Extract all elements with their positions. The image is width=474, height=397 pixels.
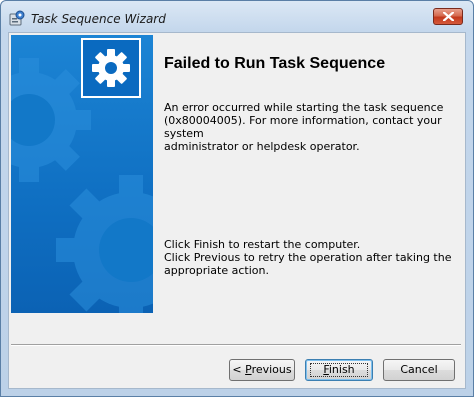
previous-button[interactable]: < Previous [229, 359, 295, 381]
instructions-message: Click Finish to restart the computer. Cl… [164, 238, 460, 277]
title-bar[interactable]: Task Sequence Wizard [1, 1, 473, 31]
finish-button[interactable]: Finish [305, 359, 373, 381]
instructions-line: Click Previous to retry the operation af… [164, 251, 452, 264]
focus-rectangle [310, 363, 368, 377]
error-message-line: (0x80004005). For more information, cont… [164, 114, 442, 140]
instructions-line: appropriate action. [164, 264, 269, 277]
page-title: Failed to Run Task Sequence [164, 55, 386, 72]
close-icon [443, 12, 454, 21]
banner-icon-tile [81, 38, 141, 98]
task-sequence-wizard-window: Task Sequence Wizard Failed to Run Task … [0, 0, 474, 397]
button-separator [11, 344, 461, 346]
previous-button-prefix: < [232, 363, 246, 376]
window-title: Task Sequence Wizard [31, 12, 166, 26]
error-message: An error occurred while starting the tas… [164, 101, 454, 153]
wizard-client-area: Failed to Run Task Sequence An error occ… [8, 32, 466, 389]
error-message-line: An error occurred while starting the tas… [164, 101, 444, 114]
cancel-button[interactable]: Cancel [383, 359, 455, 381]
gear-icon [92, 49, 130, 87]
close-button[interactable] [433, 8, 463, 25]
previous-button-label: revious [251, 363, 292, 376]
instructions-line: Click Finish to restart the computer. [164, 238, 361, 251]
wizard-banner [11, 35, 153, 313]
error-message-line: administrator or helpdesk operator. [164, 140, 360, 153]
wizard-app-icon [9, 10, 25, 26]
